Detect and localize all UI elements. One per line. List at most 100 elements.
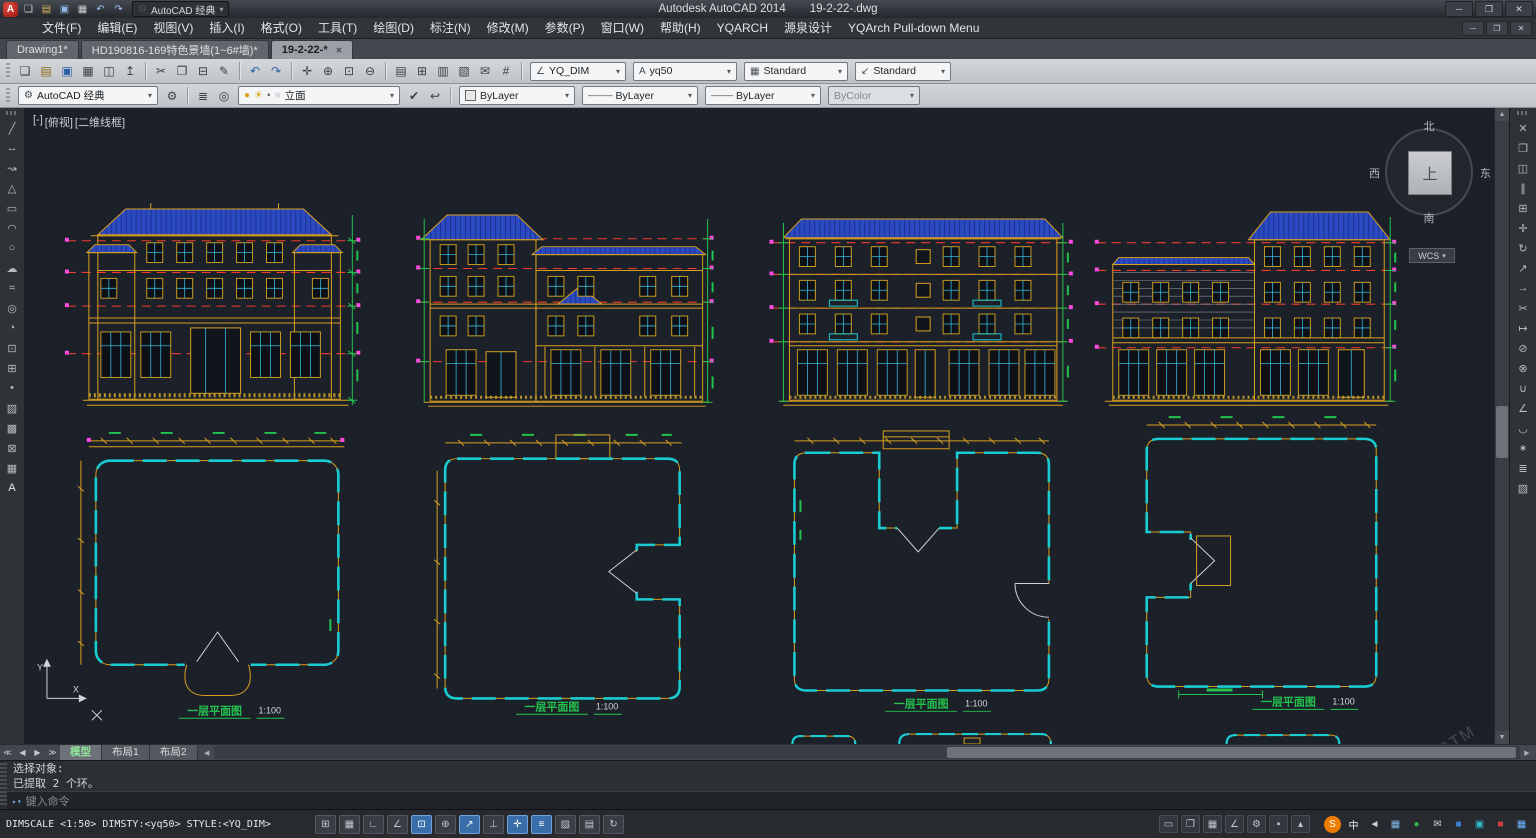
- draworder-icon[interactable]: ≣: [1514, 459, 1532, 477]
- line-icon[interactable]: ╱: [3, 119, 21, 137]
- qat-redo-icon[interactable]: ↷: [110, 2, 127, 17]
- sheet-set-manager-icon[interactable]: ▧: [454, 61, 474, 81]
- quick-view-drawings-icon[interactable]: ▦: [1203, 815, 1222, 833]
- model-space-button[interactable]: ▭: [1159, 815, 1178, 833]
- toolbar-grip[interactable]: [6, 88, 10, 104]
- workspace-combo-titlebar[interactable]: ⚙ AutoCAD 经典: [132, 1, 229, 17]
- qat-new-icon[interactable]: ❏: [20, 2, 37, 17]
- grid-toggle[interactable]: ▦: [339, 815, 360, 834]
- explode-icon[interactable]: ✶: [1514, 439, 1532, 457]
- copy-icon[interactable]: ❐: [1514, 139, 1532, 157]
- tool-palettes-icon[interactable]: ▥: [433, 61, 453, 81]
- viewcube-south-label[interactable]: 南: [1377, 210, 1481, 226]
- offset-icon[interactable]: ∥: [1514, 179, 1532, 197]
- pan-icon[interactable]: ✛: [297, 61, 317, 81]
- osnap3d-toggle[interactable]: ⊕: [435, 815, 456, 834]
- polyline-icon[interactable]: ↝: [3, 159, 21, 177]
- object-color-combo[interactable]: ByLayer: [459, 86, 575, 105]
- scroll-down-icon[interactable]: ▼: [1495, 731, 1509, 744]
- quick-properties-toggle[interactable]: ▤: [579, 815, 600, 834]
- menu-insert[interactable]: 插入(I): [201, 18, 252, 38]
- scroll-up-icon[interactable]: ▲: [1495, 108, 1509, 121]
- layer-properties-icon[interactable]: ≣: [193, 86, 213, 106]
- join-icon[interactable]: ∪: [1514, 379, 1532, 397]
- layer-previous-icon[interactable]: ↩: [425, 86, 445, 106]
- osnap-toggle[interactable]: ⊡: [411, 815, 432, 834]
- hatch-icon[interactable]: ▨: [3, 399, 21, 417]
- menu-draw[interactable]: 绘图(D): [365, 18, 422, 38]
- arc-icon[interactable]: ◠: [3, 219, 21, 237]
- viewport-controls-menu[interactable]: [-]: [33, 114, 43, 130]
- desktop-grid-icon[interactable]: ▦: [1513, 816, 1530, 833]
- wcs-dropdown[interactable]: WCS: [1409, 248, 1455, 263]
- drawing-plan-1[interactable]: 一层平面图 1:100: [78, 432, 344, 718]
- publish-icon[interactable]: ↥: [120, 61, 140, 81]
- workspace-switching-icon[interactable]: ⚙: [1247, 815, 1266, 833]
- ellipse-icon[interactable]: ◎: [3, 299, 21, 317]
- vertical-scroll-track[interactable]: [1495, 121, 1509, 731]
- layer-states-icon[interactable]: ◎: [214, 86, 234, 106]
- doc-close-icon[interactable]: ✕: [1510, 21, 1532, 36]
- cut-icon[interactable]: ✂: [151, 61, 171, 81]
- menu-yqarch[interactable]: YQARCH: [709, 18, 776, 38]
- menu-yuanquan[interactable]: 源泉设计: [776, 18, 840, 38]
- zoom-realtime-icon[interactable]: ⊕: [318, 61, 338, 81]
- viewport-visual-style-control[interactable]: [二维线框]: [75, 114, 125, 130]
- markup-icon[interactable]: ✉: [475, 61, 495, 81]
- next-layout-icon[interactable]: ▶: [30, 745, 45, 760]
- stretch-icon[interactable]: →: [1514, 279, 1532, 297]
- layer-on-bulb-icon[interactable]: ●: [244, 90, 250, 101]
- designcenter-icon[interactable]: ⊞: [412, 61, 432, 81]
- otrack-toggle[interactable]: ↗: [459, 815, 480, 834]
- viewcube-east-label[interactable]: 东: [1480, 165, 1491, 181]
- menu-view[interactable]: 视图(V): [145, 18, 201, 38]
- command-history-icon[interactable]: ▾: [17, 797, 22, 806]
- new-icon[interactable]: ❏: [15, 61, 35, 81]
- drawing-canvas[interactable]: 一层平面图 1:100 一层平面图: [25, 108, 1494, 744]
- annotation-scale-icon[interactable]: ∠: [1225, 815, 1244, 833]
- open-icon[interactable]: ▤: [36, 61, 56, 81]
- chamfer-icon[interactable]: ∠: [1514, 399, 1532, 417]
- gradient-icon[interactable]: ▩: [3, 419, 21, 437]
- table-style-combo[interactable]: ▦ Standard: [744, 62, 848, 81]
- speaker-icon[interactable]: ◄: [1366, 816, 1383, 833]
- zoom-previous-icon[interactable]: ⊖: [360, 61, 380, 81]
- drawing-elevation-3[interactable]: [769, 219, 1072, 405]
- viewcube-west-label[interactable]: 西: [1369, 165, 1380, 181]
- layer-freeze-sun-icon[interactable]: ☀: [254, 90, 263, 101]
- tab-layout2[interactable]: 布局2: [150, 745, 198, 760]
- app-blue-icon[interactable]: ■: [1450, 816, 1467, 833]
- ducs-toggle[interactable]: ⊥: [483, 815, 504, 834]
- make-object-layer-current-icon[interactable]: ✔: [404, 86, 424, 106]
- tab-drawing1[interactable]: Drawing1*: [6, 40, 79, 59]
- undo-icon[interactable]: ↶: [245, 61, 265, 81]
- command-window-grip[interactable]: [0, 763, 7, 807]
- menu-edit[interactable]: 编辑(E): [89, 18, 145, 38]
- break-icon[interactable]: ⊗: [1514, 359, 1532, 377]
- selection-cycling-toggle[interactable]: ↻: [603, 815, 624, 834]
- modify-properties-icon[interactable]: ▧: [1514, 479, 1532, 497]
- maximize-button[interactable]: ❐: [1475, 1, 1503, 17]
- network-icon[interactable]: ▦: [1387, 816, 1404, 833]
- tab-close-icon[interactable]: ✕: [336, 46, 343, 55]
- table-icon[interactable]: ▦: [3, 459, 21, 477]
- array-icon[interactable]: ⊞: [1514, 199, 1532, 217]
- drawing-plan-3[interactable]: 一层平面图 1:100: [794, 431, 1048, 711]
- viewcube-north-label[interactable]: 北: [1377, 118, 1481, 134]
- viewcube-top-face[interactable]: 上: [1408, 151, 1452, 195]
- copy-clip-icon[interactable]: ❐: [172, 61, 192, 81]
- plot-icon[interactable]: ▦: [78, 61, 98, 81]
- lineweight-combo[interactable]: ——— ByLayer: [705, 86, 821, 105]
- lineweight-toggle[interactable]: ≡: [531, 815, 552, 834]
- polygon-icon[interactable]: △: [3, 179, 21, 197]
- qat-plot-icon[interactable]: ▦: [74, 2, 91, 17]
- command-window[interactable]: 选择对象: 已提取 2 个环。 ▸▾ 键入命令: [0, 760, 1536, 809]
- scale-icon[interactable]: ↗: [1514, 259, 1532, 277]
- menu-tools[interactable]: 工具(T): [310, 18, 365, 38]
- quick-view-layouts-icon[interactable]: ❐: [1181, 815, 1200, 833]
- drawing-plan-4[interactable]: 一层平面图 1:100: [1147, 416, 1377, 709]
- create-block-icon[interactable]: ⊞: [3, 359, 21, 377]
- extend-icon[interactable]: ↦: [1514, 319, 1532, 337]
- snap-toggle[interactable]: ⊞: [315, 815, 336, 834]
- qat-save-icon[interactable]: ▣: [56, 2, 73, 17]
